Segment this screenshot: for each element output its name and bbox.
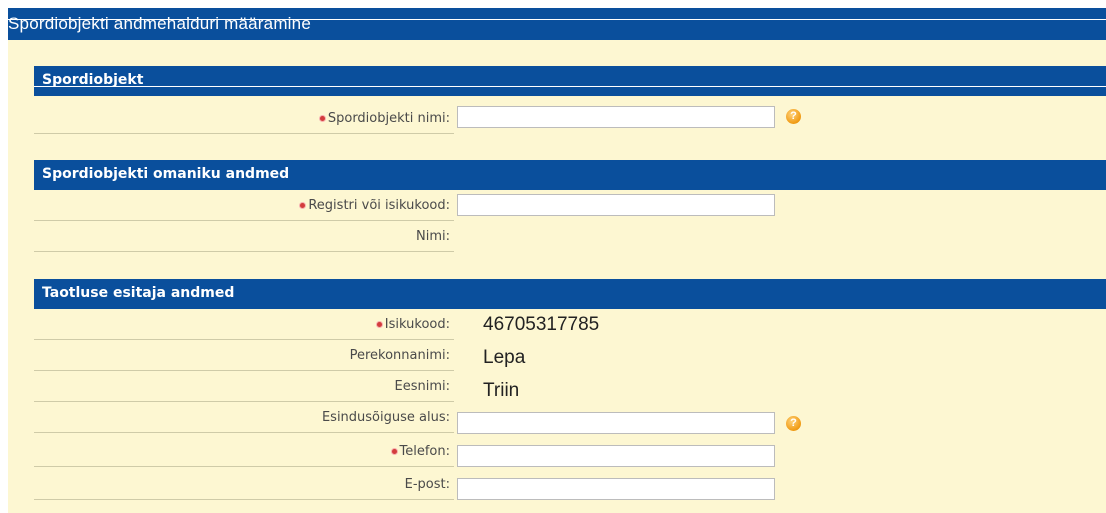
row-esindusoigus: Esindusõiguse alus: [34, 403, 454, 433]
label-esindusoigus: Esindusõiguse alus: [321, 410, 450, 425]
label-epost: E-post: [404, 477, 450, 492]
eesnimi-value: Triin [483, 380, 520, 401]
row-eesnimi: Eesnimi: [34, 372, 454, 402]
row-reg-code: Registri või isikukood: [34, 191, 454, 221]
form-page: Spordiobjekti andmehalduri määramine Spo… [8, 8, 1106, 513]
telefon-input[interactable] [457, 445, 775, 467]
help-icon[interactable]: ? [786, 416, 801, 431]
label-isikukood: Isikukood: [376, 317, 450, 332]
section-owner: Spordiobjekti omaniku andmed [34, 160, 1106, 190]
row-object-name: Spordiobjekti nimi: [34, 104, 454, 134]
epost-input[interactable] [457, 478, 775, 500]
section-object: Spordiobjekt [34, 66, 1106, 96]
help-icon[interactable]: ? [786, 109, 801, 124]
section-rule [34, 86, 1106, 87]
row-epost: E-post: [34, 470, 454, 500]
required-marker [376, 322, 382, 327]
page-title-bar: Spordiobjekti andmehalduri määramine [8, 8, 1106, 40]
isikukood-value: 46705317785 [483, 314, 600, 335]
row-perekonnanimi: Perekonnanimi: [34, 341, 454, 371]
label-owner-name: Nimi: [416, 229, 450, 244]
label-perekonnanimi: Perekonnanimi: [349, 348, 450, 363]
page-title: Spordiobjekti andmehalduri määramine [8, 14, 311, 33]
reg-code-input[interactable] [457, 194, 775, 216]
esindusoigus-input[interactable] [457, 412, 775, 434]
object-name-input[interactable] [457, 106, 775, 128]
label-eesnimi: Eesnimi: [394, 379, 451, 394]
section-title-owner: Spordiobjekti omaniku andmed [42, 166, 290, 182]
perekonnanimi-value: Lepa [483, 347, 526, 368]
section-title-applicant: Taotluse esitaja andmed [42, 285, 235, 301]
row-owner-name: Nimi: [34, 222, 454, 252]
label-reg-code: Registri või isikukood: [300, 198, 450, 213]
row-isikukood: Isikukood: [34, 310, 454, 340]
required-marker [391, 449, 397, 454]
row-telefon: Telefon: [34, 437, 454, 467]
section-applicant: Taotluse esitaja andmed [34, 279, 1106, 309]
required-marker [319, 116, 325, 121]
section-title-object: Spordiobjekt [42, 72, 144, 88]
label-object-name: Spordiobjekti nimi: [319, 111, 450, 126]
label-telefon: Telefon: [391, 444, 450, 459]
required-marker [300, 203, 306, 208]
